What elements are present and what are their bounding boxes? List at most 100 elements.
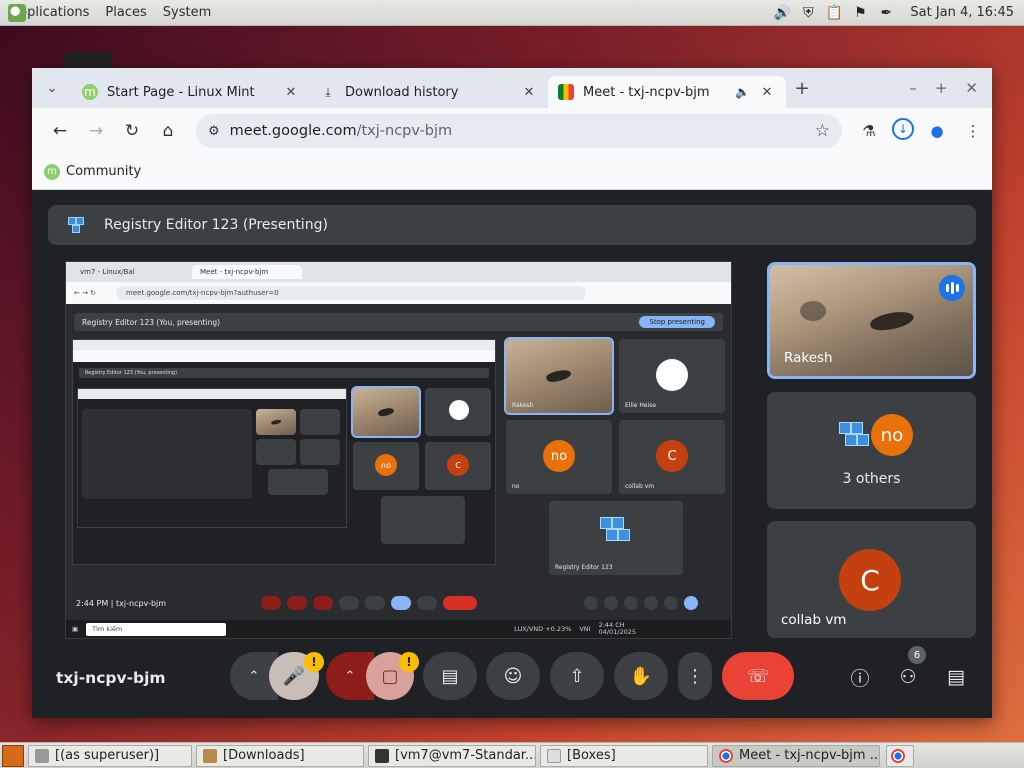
more-options-button[interactable]: ⋮ [678, 652, 712, 700]
participant-name: collab vm [781, 612, 847, 628]
browser-window: ⌄ m Start Page - Linux Mint ✕ ⤓ Download… [32, 68, 992, 718]
taskbar-chrome-launcher[interactable] [886, 744, 914, 767]
menu-system[interactable]: System [163, 5, 211, 20]
close-icon[interactable]: ✕ [758, 85, 776, 100]
shared-presenting-bar: Registry Editor 123 (You, presenting) St… [74, 313, 723, 331]
meet-content: Registry Editor 123 (Presenting) vm7 - L… [32, 190, 992, 718]
registry-editor-icon [66, 215, 86, 235]
volume-icon[interactable]: 🔊 [772, 4, 792, 22]
boxes-icon [547, 748, 561, 763]
shield-icon[interactable]: ⛨ [798, 4, 818, 22]
mic-warning-icon: ! [304, 652, 324, 672]
tab-start-page[interactable]: m Start Page - Linux Mint ✕ [72, 76, 310, 108]
back-icon[interactable]: ← [42, 113, 78, 149]
close-window-icon[interactable]: ✕ [965, 79, 978, 97]
mint-menu-icon[interactable] [8, 4, 26, 22]
tab-search-chevron-icon[interactable]: ⌄ [32, 68, 72, 108]
clock[interactable]: Sat Jan 4, 16:45 [910, 5, 1014, 20]
chat-icon[interactable]: ▤ [943, 664, 969, 690]
avatar-collab-vm: C [839, 549, 901, 611]
close-icon[interactable]: ✕ [520, 85, 538, 100]
leave-call-button[interactable]: ☏ [722, 652, 794, 700]
shared-body: Registry Editor 123 (You, presenting) no… [66, 331, 731, 601]
taskbar-item-terminal[interactable]: [vm7@vm7-Standar... [368, 744, 536, 767]
tab-meet[interactable]: Meet - txj-ncpv-bjm 🔈 ✕ [548, 76, 786, 108]
taskbar-label: [(as superuser)] [55, 748, 160, 763]
shared-tile-rakesh: Rakesh [504, 337, 614, 415]
raise-hand-button[interactable]: ✋ [614, 652, 668, 700]
registry-editor-icon [600, 517, 632, 553]
meet-icon [558, 84, 574, 100]
shared-date: 2:44 CH 04/01/2025 [598, 621, 637, 636]
home-icon[interactable]: ⌂ [150, 113, 186, 149]
taskbar-item-superuser[interactable]: [(as superuser)] [28, 744, 192, 767]
taskbar-label: Meet - txj-ncpv-bjm ... [739, 748, 880, 763]
clipboard-icon[interactable]: 📋 [824, 4, 844, 22]
people-icon[interactable]: ⚇ [895, 664, 921, 690]
tab-label: Start Page - Linux Mint [107, 84, 255, 100]
forward-icon[interactable]: → [78, 113, 114, 149]
people-count-badge: 6 [908, 646, 926, 664]
shared-toolbar: ← → ↻ meet.google.com/txj-ncpv-bjm?authu… [66, 282, 731, 304]
present-screen-button[interactable]: ⇧ [550, 652, 604, 700]
shared-screen: vm7 - Linux/Bal Meet - txj-ncpv-bjm ← → … [65, 261, 732, 639]
system-tray: 🔊 ⛨ 📋 ⚑ ✒ Sat Jan 4, 16:45 [772, 4, 1024, 22]
terminal-icon [375, 748, 389, 763]
site-info-icon[interactable]: ⚙ [208, 124, 220, 139]
bottom-taskbar: [(as superuser)] [Downloads] [vm7@vm7-St… [0, 742, 1024, 768]
maximize-icon[interactable]: + [935, 79, 948, 97]
window-controls: – + ✕ [909, 79, 992, 97]
shared-tabstrip: vm7 - Linux/Bal Meet - txj-ncpv-bjm [66, 262, 731, 282]
bookmarks-bar: m Community [32, 154, 992, 190]
nested-presenting-bar: Registry Editor 123 (You, presenting) [79, 368, 489, 378]
participant-name: Rakesh [784, 350, 833, 366]
bookmark-community[interactable]: Community [66, 164, 141, 179]
toolbar-actions: ⚗ ↓ ● ⋮ [856, 118, 986, 144]
window-icon [35, 748, 49, 763]
participant-tile-rakesh[interactable]: Rakesh [767, 262, 976, 379]
desktop-icon[interactable] [64, 52, 112, 68]
address-bar[interactable]: ⚙ meet.google.com/txj-ncpv-bjm ☆ [196, 114, 842, 148]
reload-icon[interactable]: ↻ [114, 113, 150, 149]
show-desktop-button[interactable] [2, 744, 24, 767]
speaker-icon[interactable]: 🔈 [735, 85, 750, 99]
avatar-no: no [871, 414, 913, 456]
participant-tile-others[interactable]: no 3 others [767, 392, 976, 509]
profile-icon[interactable]: ● [924, 118, 950, 144]
presenting-label: Registry Editor 123 (Presenting) [104, 217, 328, 233]
url-path: /txj-ncpv-bjm [356, 123, 453, 139]
tab-strip: ⌄ m Start Page - Linux Mint ✕ ⤓ Download… [32, 68, 992, 108]
mint-icon: m [82, 84, 98, 100]
new-tab-button[interactable]: + [786, 72, 818, 104]
minimize-icon[interactable]: – [909, 79, 917, 97]
chrome-icon [719, 748, 733, 763]
shared-presenting-label: Registry Editor 123 (You, presenting) [82, 317, 221, 327]
labs-flask-icon[interactable]: ⚗ [856, 118, 882, 144]
tab-download-history[interactable]: ⤓ Download history ✕ [310, 76, 548, 108]
folder-icon [203, 748, 217, 763]
taskbar-label: [vm7@vm7-Standar... [395, 748, 536, 763]
captions-button[interactable]: ▤ [423, 652, 477, 700]
menu-places[interactable]: Places [105, 5, 146, 20]
registry-editor-icon [839, 418, 871, 454]
chrome-icon [891, 748, 905, 763]
shared-tile-registry: Registry Editor 123 [549, 501, 683, 575]
download-icon[interactable]: ↓ [892, 118, 914, 140]
participant-tile-collab-vm[interactable]: C collab vm [767, 521, 976, 638]
tab-label: Download history [345, 84, 459, 100]
pen-icon[interactable]: ✒ [876, 4, 896, 22]
shared-lang: VNI [579, 625, 591, 633]
close-icon[interactable]: ✕ [282, 85, 300, 100]
taskbar-item-meet[interactable]: Meet - txj-ncpv-bjm ... [712, 744, 880, 767]
taskbar-item-boxes[interactable]: [Boxes] [540, 744, 708, 767]
bookmark-star-icon[interactable]: ☆ [815, 121, 830, 141]
emoji-button[interactable]: ☺ [486, 652, 540, 700]
taskbar-item-downloads[interactable]: [Downloads] [196, 744, 364, 767]
taskbar-label: [Downloads] [223, 748, 305, 763]
flag-icon[interactable]: ⚑ [850, 4, 870, 22]
shared-taskbar: ▣ Tìm kiếm LUX/VND +0.23% VNI 2:44 CH 04… [66, 620, 731, 638]
shared-tab: Meet - txj-ncpv-bjm [192, 265, 302, 279]
menu-kebab-icon[interactable]: ⋮ [960, 118, 986, 144]
meeting-info-icon[interactable]: ⓘ [847, 664, 873, 690]
browser-toolbar: ← → ↻ ⌂ ⚙ meet.google.com/txj-ncpv-bjm ☆… [32, 108, 992, 154]
